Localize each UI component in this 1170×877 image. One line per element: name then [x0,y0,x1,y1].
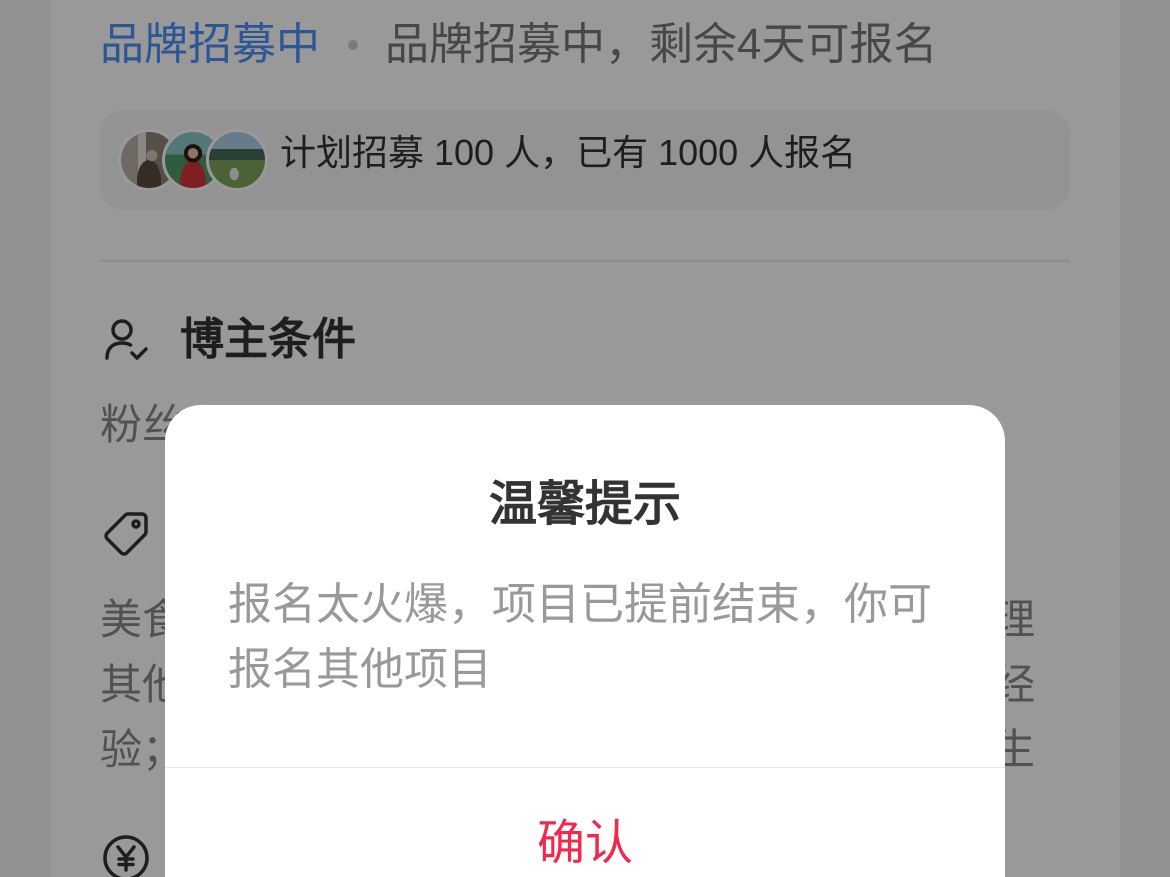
notice-dialog: 温馨提示 报名太火爆，项目已提前结束，你可报名其他项目 确认 [165,405,1005,877]
dialog-message: 报名太火爆，项目已提前结束，你可报名其他项目 [228,580,932,694]
dialog-title: 温馨提示 [488,478,681,531]
confirm-button[interactable]: 确认 [165,768,1005,877]
